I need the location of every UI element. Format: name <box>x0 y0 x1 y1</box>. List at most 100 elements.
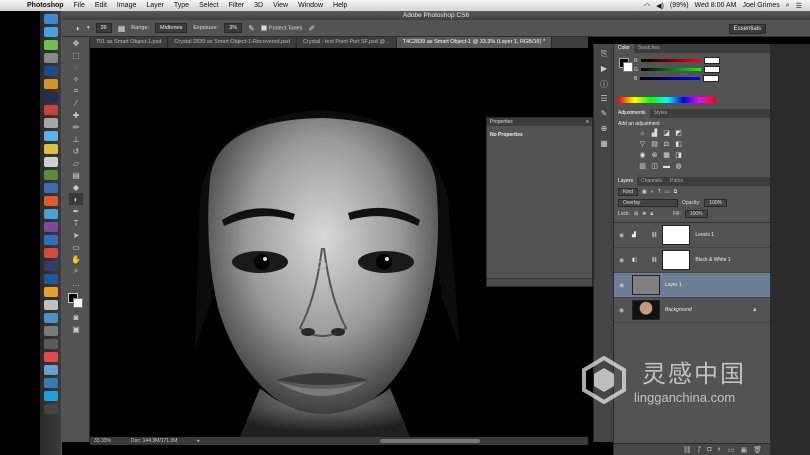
link-layers-icon[interactable]: ⛓ <box>683 446 692 454</box>
menu-edit[interactable]: Edit <box>90 2 112 9</box>
clone-stamp-tool-icon[interactable]: ⊥ <box>69 133 83 145</box>
history-icon[interactable]: ⎘ <box>598 49 610 59</box>
background-thumb[interactable] <box>632 300 660 320</box>
layer-row[interactable]: ◉ Background 🔒︎ <box>614 298 770 323</box>
tab-channels[interactable]: Channels <box>637 177 666 186</box>
selective-color-icon[interactable]: ◍ <box>674 163 683 171</box>
app-icon-25[interactable] <box>44 326 58 336</box>
tab-color[interactable]: Color <box>614 44 634 53</box>
new-adjustment-icon[interactable]: ◐ <box>718 446 722 453</box>
shape-tool-icon[interactable]: ▭ <box>69 241 83 253</box>
doc-size[interactable]: Doc: 144.3M/171.3M <box>131 438 177 444</box>
app-icon-23[interactable] <box>44 300 58 310</box>
app-icon-12[interactable] <box>44 157 58 167</box>
marquee-tool-icon[interactable]: ⬚ <box>69 49 83 61</box>
app-icon-27[interactable] <box>44 352 58 362</box>
tab-swatches[interactable]: Swatches <box>634 44 664 53</box>
new-layer-icon[interactable]: ▣ <box>740 446 747 454</box>
more-tools-icon[interactable]: … <box>69 277 83 289</box>
brush-preset-picker[interactable]: ▾ <box>87 25 90 31</box>
app-icon-8[interactable] <box>44 105 58 115</box>
photoshop-icon[interactable] <box>44 66 58 76</box>
color-lookup-icon[interactable]: ▦ <box>662 152 671 160</box>
app-icon-22[interactable] <box>44 287 58 297</box>
app-icon-24[interactable] <box>44 313 58 323</box>
blue-slider[interactable] <box>640 77 701 80</box>
background-color[interactable] <box>73 298 83 308</box>
actions-icon[interactable]: ▶ <box>598 64 610 74</box>
layer-row[interactable]: ◉ ▟ ⛓ Levels 1 <box>614 223 770 248</box>
status-menu-icon[interactable]: ▸ <box>197 438 200 444</box>
layer-name[interactable]: Levels 1 <box>695 232 714 238</box>
menu-type[interactable]: Type <box>169 2 194 9</box>
menu-window[interactable]: Window <box>293 2 328 9</box>
tab-paths[interactable]: Paths <box>666 177 687 186</box>
exposure-input[interactable]: 3% <box>224 23 243 33</box>
photo-filter-icon[interactable]: ◉ <box>638 152 647 160</box>
menu-filter[interactable]: Filter <box>224 2 250 9</box>
opacity-input[interactable]: 100% <box>704 198 728 207</box>
red-value[interactable] <box>703 57 720 64</box>
tab-styles[interactable]: Styles <box>650 109 672 118</box>
green-value[interactable] <box>703 66 720 73</box>
healing-tool-icon[interactable]: ✚ <box>69 109 83 121</box>
curves-icon[interactable]: ◪ <box>662 130 671 138</box>
layer-name[interactable]: Black & White 1 <box>695 257 730 263</box>
posterize-icon[interactable]: ▥ <box>638 163 647 171</box>
lasso-tool-icon[interactable]: ◌ <box>69 61 83 73</box>
workspace-select[interactable]: Essentials <box>728 24 766 34</box>
tab-layers[interactable]: Layers <box>614 177 638 186</box>
layer-row[interactable]: ◉ ◧ ⛓ Black & White 1 <box>614 248 770 273</box>
doc-tab-1[interactable]: 701 as Smart Object-1.psd <box>90 37 169 48</box>
fill-input[interactable]: 100% <box>684 209 708 218</box>
maps-icon[interactable] <box>44 40 58 50</box>
wifi-icon[interactable]: ◠ <box>644 2 650 10</box>
app-icon-21[interactable] <box>44 274 58 284</box>
color-bg-swatch[interactable] <box>623 62 633 72</box>
app-icon-16[interactable] <box>44 209 58 219</box>
eyedropper-tool-icon[interactable]: ⁄ <box>69 97 83 109</box>
vibrance-icon[interactable]: ▽ <box>638 141 647 149</box>
dodge-tool-icon[interactable]: ◐ <box>76 24 81 33</box>
skype-icon[interactable] <box>44 391 58 401</box>
green-slider[interactable] <box>640 68 701 71</box>
channel-mixer-icon[interactable]: ⊛ <box>650 152 659 160</box>
clock[interactable]: Wed 8:00 AM <box>695 2 737 9</box>
range-select[interactable]: Midtones <box>155 23 188 33</box>
app-icon-28[interactable] <box>44 365 58 375</box>
airbrush-icon[interactable]: ✎ <box>248 24 255 33</box>
menu-file[interactable]: File <box>69 2 90 9</box>
panel-menu-icon[interactable]: ≡ <box>586 118 592 126</box>
doc-tab-active[interactable]: T4C2839 as Smart Object-1 @ 33.3% (Layer… <box>396 37 553 48</box>
blur-tool-icon[interactable]: ◆ <box>69 181 83 193</box>
info-icon[interactable]: ⓘ <box>598 79 610 89</box>
filter-type-icon[interactable]: T <box>658 189 661 195</box>
blue-value[interactable] <box>703 75 720 82</box>
new-group-icon[interactable]: ▭ <box>728 446 735 454</box>
app-icon-9[interactable] <box>44 118 58 128</box>
visibility-eye-icon[interactable]: ◉ <box>619 257 627 264</box>
dodge-tool-button-icon[interactable]: ◐ <box>69 193 83 205</box>
layer-mask-thumb[interactable] <box>662 225 691 245</box>
pressure-icon[interactable]: ✐ <box>308 24 315 33</box>
adjust-icon[interactable]: ☰ <box>598 94 610 104</box>
zoom-tool-icon[interactable]: ⌕ <box>69 265 83 277</box>
properties-icon[interactable]: ▦ <box>598 139 610 149</box>
color-swatches[interactable] <box>68 293 89 311</box>
lock-all-icon[interactable]: 🔒︎ <box>650 211 653 217</box>
history-brush-tool-icon[interactable]: ↺ <box>69 145 83 157</box>
menu-select[interactable]: Select <box>194 2 223 9</box>
filter-adjust-icon[interactable]: ◐ <box>651 189 654 195</box>
finder-icon[interactable] <box>44 14 58 24</box>
filter-smart-icon[interactable]: ⧉ <box>674 189 678 195</box>
lock-position-icon[interactable]: ✥ <box>642 211 646 217</box>
brush-panel-icon[interactable]: ▦ <box>118 24 126 33</box>
list-icon[interactable]: ☰ <box>796 2 802 10</box>
app-icon-7[interactable] <box>44 92 58 102</box>
horizontal-scrollbar[interactable] <box>380 439 480 443</box>
app-store-icon[interactable] <box>44 27 58 37</box>
doc-tab-2[interactable]: Crystal 2839 as Smart Object-1-Recovered… <box>168 37 297 48</box>
app-icon-20[interactable] <box>44 261 58 271</box>
layer-thumb[interactable] <box>632 275 660 295</box>
threshold-icon[interactable]: ◫ <box>650 163 659 171</box>
